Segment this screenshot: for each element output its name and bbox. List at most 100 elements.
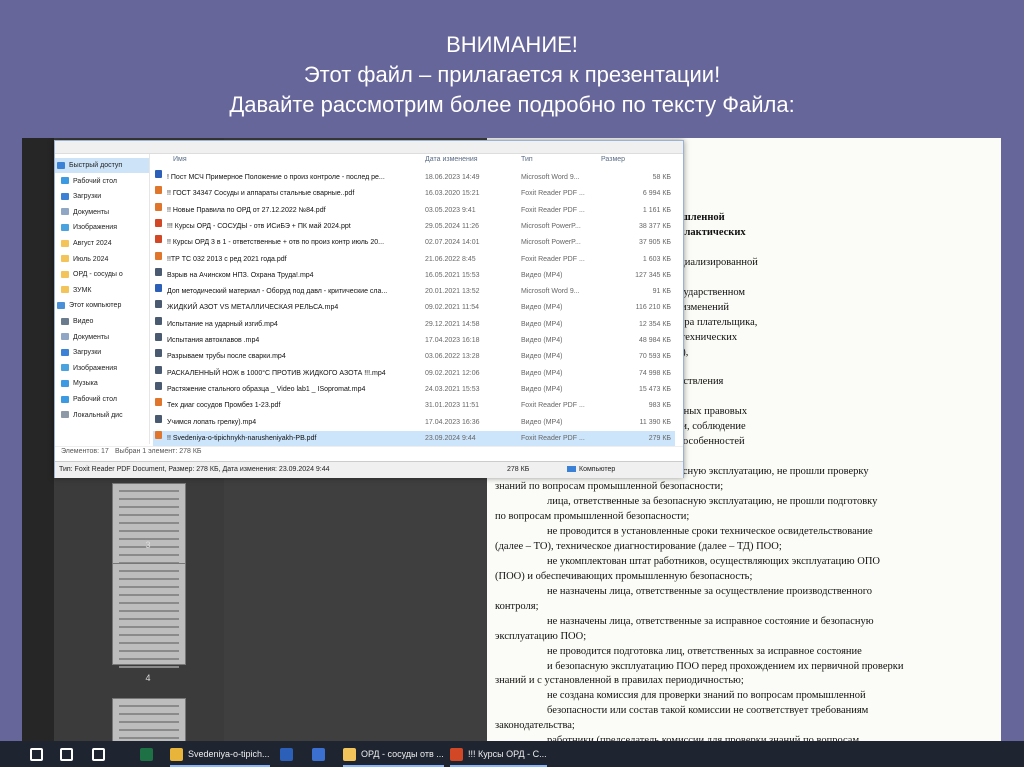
- video-file-icon: [155, 333, 162, 341]
- taskbar-app-button[interactable]: Svedeniya-o-tipich...: [170, 741, 270, 767]
- file-row[interactable]: !! ГОСТ 34347 Сосуды и аппараты стальные…: [153, 186, 675, 201]
- file-row[interactable]: Учимся лопать грелку).mp4 17.04.2023 16:3…: [153, 414, 675, 430]
- pdf-icon: [155, 251, 162, 260]
- column-header-name[interactable]: Имя: [173, 156, 187, 163]
- windows-start-icon: [30, 748, 43, 762]
- nav-item[interactable]: Загрузки: [55, 345, 149, 360]
- item-count: Элементов: 17: [61, 448, 109, 455]
- nav-item-label: Этот компьютер: [69, 302, 122, 310]
- taskbar-icon-button[interactable]: [280, 741, 298, 767]
- video-icon: [61, 317, 69, 325]
- file-type: Microsoft PowerP...: [521, 222, 581, 230]
- file-row[interactable]: Взрыв на Ачинском НПЗ. Охрана Труда!.mp4…: [153, 267, 675, 283]
- taskbar-icon-button[interactable]: [312, 741, 330, 767]
- file-size: 58 КБ: [652, 174, 671, 181]
- computer-icon: [57, 302, 65, 310]
- video-file-icon: [155, 365, 162, 374]
- file-date: 09.02.2021 12:06: [425, 369, 480, 377]
- folder-icon: [61, 255, 69, 263]
- nav-item[interactable]: Видео: [55, 314, 149, 329]
- nav-item[interactable]: Рабочий стол: [55, 174, 149, 189]
- document-text-line: и безопасную эксплуатацию ПОО перед прох…: [547, 660, 904, 672]
- nav-item[interactable]: Музыка: [55, 376, 149, 391]
- column-header-date[interactable]: Дата изменения: [425, 156, 478, 163]
- taskbar-icon-button[interactable]: [60, 741, 78, 767]
- taskbar-app-label: !!! Курсы ОРД - С...: [468, 749, 547, 759]
- document-text-line: не назначены лица, ответственные за осущ…: [547, 585, 873, 597]
- navigation-pane[interactable]: Быстрый доступ Рабочий стол Загрузки Докуме…: [55, 154, 150, 444]
- nav-item[interactable]: Этот компьютер: [55, 298, 149, 313]
- nav-item[interactable]: Июль 2024: [55, 252, 149, 267]
- nav-item-label: Рабочий стол: [73, 396, 117, 403]
- file-explorer-window[interactable]: Быстрый доступ Рабочий стол Загрузки Докуме…: [54, 140, 684, 478]
- nav-item[interactable]: ОРД - сосуды о: [55, 267, 149, 282]
- file-row[interactable]: Доп методический материал - Оборуд под д…: [153, 284, 675, 299]
- file-row[interactable]: Тех диаг сосудов Промбез 1-23.pdf 31.01.2…: [153, 398, 675, 413]
- nav-item[interactable]: Локальный дис: [55, 408, 149, 423]
- file-row[interactable]: Разрываем трубы после сварки.mp4 03.06.20…: [153, 349, 675, 364]
- nav-item[interactable]: Рабочий стол: [55, 392, 149, 407]
- file-name: Взрыв на Ачинском НПЗ. Охрана Труда!.mp4: [167, 271, 314, 279]
- pdf-icon: [155, 398, 162, 407]
- file-date: 02.07.2024 14:01: [425, 239, 480, 247]
- nav-item[interactable]: Изображения: [55, 220, 149, 235]
- file-date: 31.01.2023 11:51: [425, 402, 479, 410]
- file-row[interactable]: !! Svedeniya-o-tipichnykh-narusheniyakh-…: [153, 430, 675, 446]
- file-row[interactable]: !! Курсы ОРД 3 в 1 - ответственные + отв…: [153, 235, 675, 250]
- taskbar-icon-button[interactable]: [92, 741, 110, 767]
- column-header-size[interactable]: Размер: [601, 156, 625, 163]
- file-row[interactable]: Растяжение стального образца _ Video lab…: [153, 381, 675, 397]
- video-file-icon: [155, 300, 162, 309]
- nav-item[interactable]: Загрузки: [55, 189, 149, 204]
- status-bar: Элементов: 17 Выбран 1 элемент: 278 КБ: [55, 446, 683, 459]
- nav-item-label: Видео: [73, 318, 94, 325]
- file-list[interactable]: Имя Дата изменения Тип Размер ! Пост МСЧ…: [153, 154, 677, 446]
- video-file-icon: [155, 267, 162, 276]
- nav-item[interactable]: Документы: [55, 205, 149, 220]
- document-text-line: лица, ответственные за безопасную эксплу…: [547, 496, 878, 508]
- file-row[interactable]: !!! Курсы ОРД - СОСУДЫ - отв ИСиБЭ + ПК …: [153, 218, 675, 234]
- file-type: Видео (MP4): [521, 418, 563, 426]
- file-row[interactable]: РАСКАЛЕННЫЙ НОЖ в 1000°С ПРОТИВ ЖИДКОГО …: [153, 365, 675, 381]
- nav-item-label: Август 2024: [73, 240, 112, 247]
- page-thumbnail[interactable]: [112, 563, 186, 668]
- nav-item-label: Загрузки: [73, 193, 102, 201]
- taskbar-app-button[interactable]: !!! Курсы ОРД - С...: [450, 741, 547, 767]
- slide-title: ВНИМАНИЕ! Этот файл – прилагается к през…: [0, 30, 1024, 120]
- nav-item[interactable]: Быстрый доступ: [55, 158, 149, 173]
- document-text-line: не укомплектован штат работников, осущес…: [547, 555, 880, 567]
- document-text-line: (ПОО) и обеспечивающих промышленную безо…: [495, 570, 753, 582]
- file-type: Foxit Reader PDF ...: [521, 190, 585, 198]
- document-text-line: эксплуатацию ПОО;: [495, 630, 587, 642]
- document-text-line: не создана комиссия для проверки знаний …: [547, 690, 866, 702]
- file-row[interactable]: Испытание на ударный изгиб.mp4 29.12.2021…: [153, 316, 675, 332]
- nav-item[interactable]: Изображения: [55, 361, 149, 376]
- file-row[interactable]: Испытания автоклавов .mp4 17.04.2023 16:1…: [153, 333, 675, 348]
- column-header-type[interactable]: Тип: [521, 156, 533, 163]
- file-type: Видео (MP4): [521, 369, 563, 377]
- file-type: Видео (MP4): [521, 304, 563, 312]
- nav-item-label: Музыка: [73, 380, 98, 388]
- file-row[interactable]: ЖИДКИЙ АЗОТ VS МЕТАЛЛИЧЕСКАЯ РЕЛЬСА.mp4 0…: [153, 300, 675, 315]
- taskbar-icon-button[interactable]: [140, 741, 158, 767]
- explorer-toolbar[interactable]: [55, 141, 683, 154]
- file-row[interactable]: !!ТР ТС 032 2013 с ред 2021 года.pdf 21.0…: [153, 251, 675, 267]
- file-size: 38 377 КБ: [638, 222, 671, 230]
- nav-item-label: ОРД - сосуды о: [73, 271, 123, 279]
- music-icon: [61, 380, 69, 388]
- nav-item[interactable]: Документы: [55, 330, 149, 345]
- file-date: 03.06.2022 13:28: [425, 353, 480, 361]
- file-row[interactable]: !! Новые Правила по ОРД от 27.12.2022 №8…: [153, 202, 675, 218]
- taskbar-app-button[interactable]: ОРД - сосуды отв ...: [343, 741, 444, 767]
- taskbar[interactable]: Svedeniya-o-tipich... ОРД - сосуды отв ..…: [0, 741, 1024, 767]
- word-icon: [155, 284, 162, 293]
- file-date: 23.09.2024 9:44: [425, 434, 476, 442]
- file-name: Испытания автоклавов .mp4: [167, 337, 260, 344]
- taskbar-icon-button[interactable]: [30, 741, 48, 767]
- nav-item[interactable]: Август 2024: [55, 236, 149, 251]
- file-date: 17.04.2023 16:36: [425, 418, 480, 426]
- thumbnail-page-number: 4: [145, 673, 151, 683]
- nav-item[interactable]: ЗУМК: [55, 283, 149, 298]
- file-row[interactable]: ! Пост МСЧ Примерное Положение о произ к…: [153, 170, 675, 185]
- file-type: Microsoft PowerP...: [521, 239, 581, 247]
